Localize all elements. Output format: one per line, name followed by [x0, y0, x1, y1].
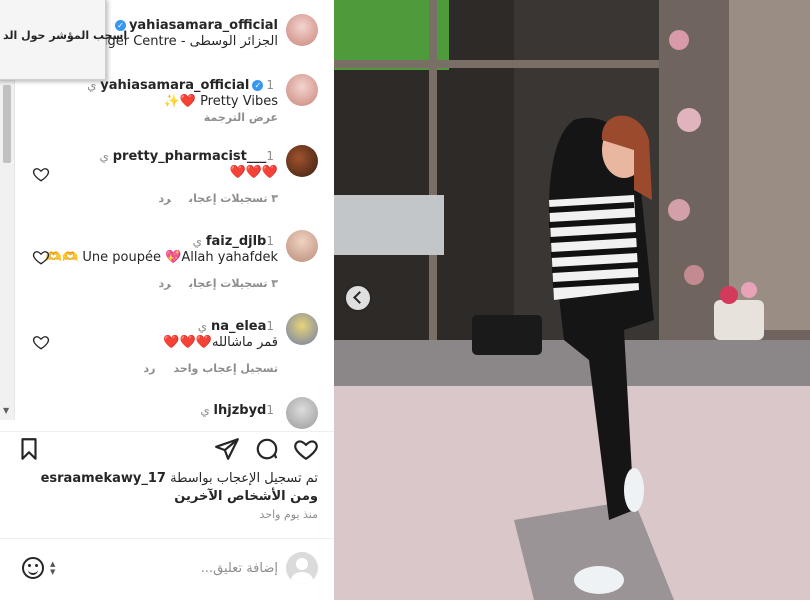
avatar[interactable] — [286, 14, 318, 46]
username[interactable]: na_elea — [211, 319, 266, 334]
heart-icon[interactable] — [32, 165, 50, 183]
likes-count[interactable]: تسجيل إعجاب واحد — [173, 362, 278, 375]
liker-username[interactable]: esraamekawy_17 — [41, 471, 166, 486]
reply-button[interactable]: رد — [159, 192, 172, 205]
likes-label: تم تسجيل الإعجاب بواسطة — [170, 471, 318, 486]
scrollbar-thumb[interactable] — [3, 85, 11, 163]
comment-text: ❤️❤️❤️ — [229, 165, 278, 180]
post-time[interactable]: منذ يوم واحد — [260, 508, 318, 521]
action-bar — [0, 432, 334, 466]
comment-text: Une poupée 💖Allah yahafdek 🫶🫶 — [45, 250, 278, 265]
post-photo[interactable] — [334, 0, 810, 600]
scroll-down-arrow-icon[interactable]: ▼ — [3, 406, 9, 415]
avatar[interactable] — [286, 313, 318, 345]
comment-item: lhjzbyd1 ي — [18, 397, 334, 431]
username[interactable]: yahiasamara_official — [100, 78, 249, 93]
tooltip-text: اسحب المؤشر حول الد — [3, 29, 128, 42]
likes-count[interactable]: ٣ تسجيلات إعجاب — [189, 277, 278, 290]
emoji-icon[interactable] — [22, 557, 44, 579]
photo-image — [334, 0, 810, 600]
comment-text: قمر ماشالله❤️❤️❤️ — [163, 335, 278, 350]
comment-icon[interactable] — [254, 436, 280, 462]
see-translation[interactable]: عرض الترجمة — [87, 111, 278, 124]
comment-text: Pretty Vibes ❤️✨ — [163, 94, 278, 109]
username[interactable]: lhjzbyd — [214, 403, 267, 418]
heart-icon[interactable] — [32, 333, 50, 351]
add-comment-bar: ▲ ▼ إضافة تعليق... — [0, 538, 334, 600]
comments-panel: اسحب المؤشر حول الد ▼ yahiasamara_offici… — [0, 0, 334, 600]
others-link[interactable]: ومن الأشخاص الآخرين — [174, 489, 318, 504]
likes-count[interactable]: ٣ تسجيلات إعجاب — [189, 192, 278, 205]
comment-item: na_elea1 ي قمر ماشالله❤️❤️❤️ تسجيل إعجاب… — [18, 313, 334, 383]
comment-item: pretty_pharmacist___1 ي ❤️❤️❤️ ٣ تسجيلات… — [18, 143, 334, 213]
verified-icon: ✓ — [252, 80, 264, 91]
avatar[interactable] — [286, 397, 318, 429]
add-comment-input[interactable]: إضافة تعليق... — [201, 561, 278, 576]
bookmark-icon[interactable] — [16, 436, 42, 462]
reply-button[interactable]: رد — [144, 362, 156, 375]
tooltip: اسحب المؤشر حول الد — [0, 0, 127, 80]
previous-photo-button[interactable] — [346, 286, 370, 310]
reply-button[interactable]: رد — [159, 277, 172, 290]
like-heart-icon[interactable] — [293, 436, 319, 462]
heart-icon[interactable] — [32, 248, 50, 266]
user-avatar[interactable] — [286, 552, 318, 584]
likes-summary: تم تسجيل الإعجاب بواسطة esraamekawy_17 و… — [8, 470, 318, 506]
avatar[interactable] — [286, 230, 318, 262]
avatar[interactable] — [286, 145, 318, 177]
share-icon[interactable] — [214, 436, 240, 462]
chevron-left-icon — [353, 291, 366, 304]
avatar[interactable] — [286, 74, 318, 106]
emoji-dropdown-icon[interactable]: ▲ ▼ — [50, 560, 55, 576]
username[interactable]: pretty_pharmacist___ — [113, 149, 267, 164]
username[interactable]: yahiasamara_official — [129, 18, 278, 33]
comment-item: faiz_djlb1 ي Une poupée 💖Allah yahafdek … — [18, 228, 334, 298]
username[interactable]: faiz_djlb — [206, 234, 266, 249]
